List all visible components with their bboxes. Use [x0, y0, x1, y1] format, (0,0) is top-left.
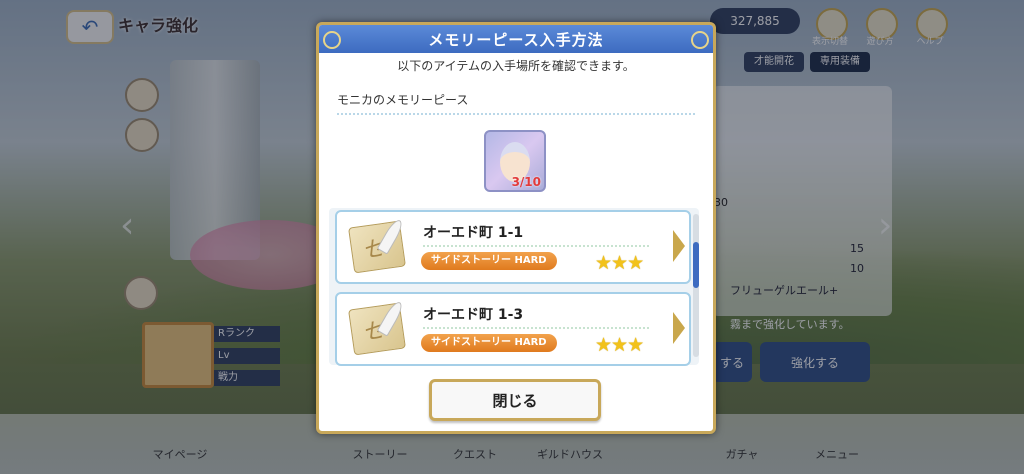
- star-rating: ★★★: [595, 252, 644, 274]
- dialog-description: 以下のアイテムの入手場所を確認できます。: [397, 59, 635, 73]
- piece-count: 3/10: [511, 175, 541, 189]
- divider: [423, 327, 649, 329]
- chevron-right-icon[interactable]: [673, 230, 685, 262]
- quest-name: オーエド町 1-3: [423, 307, 524, 323]
- star-rating: ★★★: [595, 334, 644, 356]
- memory-piece-dialog: メモリーピース入手方法 以下のアイテムの入手場所を確認できます。 モニカのメモリ…: [316, 22, 716, 434]
- scrollbar[interactable]: [693, 214, 699, 357]
- scrollbar-thumb[interactable]: [693, 242, 699, 288]
- list-item[interactable]: セ オーエド町 1-3 サイドストーリー HARD ★★★: [335, 292, 691, 366]
- quest-list[interactable]: セ オーエド町 1-1 サイドストーリー HARD ★★★ セ オーエド町 1-…: [329, 208, 699, 366]
- quest-name: オーエド町 1-1: [423, 225, 524, 241]
- dialog-title: メモリーピース入手方法: [319, 25, 713, 53]
- close-button[interactable]: 閉じる: [429, 379, 601, 421]
- divider: [337, 113, 695, 115]
- divider: [423, 245, 649, 247]
- quest-type-badge: サイドストーリー HARD: [421, 334, 557, 352]
- quest-type-badge: サイドストーリー HARD: [421, 252, 557, 270]
- list-item[interactable]: セ オーエド町 1-1 サイドストーリー HARD ★★★: [335, 210, 691, 284]
- memory-piece-icon: 3/10: [484, 130, 546, 192]
- chevron-right-icon[interactable]: [673, 312, 685, 344]
- piece-name: モニカのメモリーピース: [337, 93, 469, 107]
